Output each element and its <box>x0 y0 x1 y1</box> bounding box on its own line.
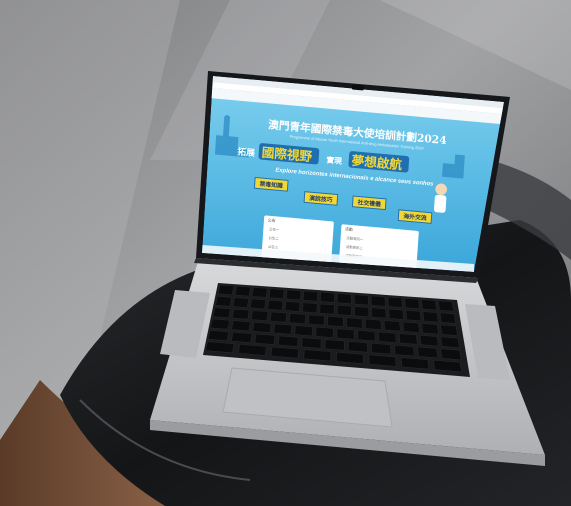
keyboard-key <box>308 314 325 326</box>
keyboard-key <box>284 301 301 312</box>
keyboard-key <box>327 316 344 327</box>
keyboard-key <box>278 335 299 347</box>
keyboard-key <box>383 320 401 332</box>
keyboard-key <box>250 298 267 310</box>
scene-svg: 澳門青年國際禁毒大使培訓計劃2024 Programme of Macao Yo… <box>0 0 571 506</box>
keyboard-key <box>378 331 397 343</box>
keyboard-key <box>440 348 462 361</box>
keyboard-key <box>421 299 437 311</box>
keyboard-key <box>268 288 285 299</box>
keyboard-key <box>394 344 415 357</box>
keyboard-key <box>267 299 284 311</box>
keyboard-key <box>231 331 253 343</box>
keyboard-key <box>231 308 250 320</box>
keyboard-key <box>337 293 352 304</box>
keyboard-key <box>324 339 345 351</box>
keyboard-key <box>440 324 458 336</box>
keyboard-key <box>254 333 276 345</box>
keyboard-key <box>346 317 363 329</box>
keyboard-key <box>217 284 235 296</box>
keyboard-key <box>319 303 335 315</box>
character-body <box>433 194 447 213</box>
camera-notch <box>351 84 365 91</box>
keyboard-key <box>337 305 352 316</box>
keyboard-key <box>301 337 322 349</box>
photo-scene: 澳門青年國際禁毒大使培訓計劃2024 Programme of Macao Yo… <box>0 0 571 506</box>
keyboard-key <box>207 330 230 341</box>
keyboard-key <box>417 346 438 359</box>
keyboard-key <box>348 341 368 353</box>
keyboard-key <box>315 326 334 338</box>
keyboard-key <box>371 343 392 355</box>
keyboard-key <box>294 325 313 337</box>
keyboard-key <box>354 294 369 306</box>
keyboard-key <box>320 292 335 303</box>
keyboard-key <box>215 296 232 307</box>
keyboard-key <box>232 297 249 308</box>
keyboard-key <box>303 349 332 362</box>
card-left-title: 公告 <box>268 217 276 223</box>
keyboard-key <box>421 323 439 335</box>
keyboard-key <box>212 307 231 318</box>
keyboard-key <box>354 306 370 318</box>
keyboard-key <box>251 287 268 298</box>
keyboard-key <box>419 335 439 347</box>
keyboard-key <box>439 312 456 324</box>
keyboard-key <box>303 290 318 302</box>
keyboard-key <box>402 321 420 333</box>
keyboard-key <box>437 300 454 312</box>
keyboard-key <box>250 310 269 321</box>
keyboard-key <box>440 336 460 348</box>
keyboard-key <box>399 333 418 345</box>
keyboard-key <box>252 322 272 333</box>
keyboard-key <box>405 310 422 321</box>
keyboard-key <box>286 289 302 301</box>
keyboard-key <box>371 307 387 319</box>
keyboard-key <box>289 313 306 324</box>
slogan-mid: 實現 <box>326 154 342 165</box>
keyboard-key <box>231 320 251 332</box>
keyboard-key <box>336 352 364 364</box>
laptop-screen: 澳門青年國際禁毒大使培訓計劃2024 Programme of Macao Yo… <box>202 76 504 272</box>
slogan-left: 拓展 <box>237 146 255 159</box>
keyboard-key <box>234 286 251 297</box>
keyboard-key <box>302 302 318 314</box>
keyboard-key <box>336 328 355 340</box>
keyboard-key <box>422 311 439 323</box>
keyboard-key <box>210 318 230 330</box>
card-left-item-1[interactable]: 公告一 <box>269 226 280 232</box>
card-left-item-2[interactable]: 公告二 <box>268 235 279 241</box>
keyboard-key <box>357 330 376 342</box>
card-right-title: 活動 <box>345 226 353 232</box>
keyboard-key <box>273 323 292 335</box>
keyboard-key <box>387 296 403 308</box>
keyboard-key <box>404 298 420 309</box>
keyboard-key <box>365 318 382 330</box>
card-left-item-3[interactable]: 公告三 <box>268 244 279 250</box>
keyboard-key <box>388 308 404 320</box>
keyboard-key <box>370 295 386 307</box>
keyboard-key <box>270 311 288 323</box>
